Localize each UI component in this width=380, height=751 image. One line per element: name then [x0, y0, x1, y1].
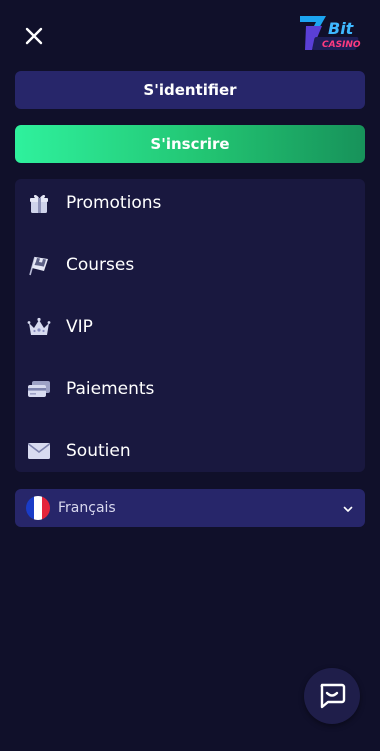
menu-item-label: Promotions [66, 193, 162, 213]
menu-item-vip[interactable]: VIP [15, 303, 365, 351]
menu-item-promotions[interactable]: Promotions [15, 179, 365, 227]
menu-item-label: Soutien [66, 441, 131, 461]
menu-item-label: Courses [66, 255, 135, 275]
register-button[interactable]: S'inscrire [15, 125, 365, 163]
crown-icon [26, 314, 52, 340]
card-icon [26, 376, 52, 402]
fr-flag-icon [26, 496, 50, 520]
chat-icon [317, 679, 347, 713]
menu-item-label: VIP [66, 317, 93, 337]
race-flag-icon [26, 252, 52, 278]
svg-text:Bit: Bit [328, 19, 355, 38]
language-label: Français [58, 500, 116, 516]
menu-panel: Promotions Courses VIP Paiements Soutien [15, 179, 365, 472]
close-icon[interactable] [22, 24, 46, 48]
register-button-label: S'inscrire [150, 135, 230, 153]
language-selector[interactable]: Français [15, 489, 365, 527]
menu-item-label: Paiements [66, 379, 155, 399]
chevron-down-icon [341, 501, 355, 515]
chat-button[interactable] [304, 668, 360, 724]
menu-item-courses[interactable]: Courses [15, 241, 365, 289]
menu-item-paiements[interactable]: Paiements [15, 365, 365, 413]
mail-icon [26, 438, 52, 464]
gift-icon [26, 190, 52, 216]
login-button-label: S'identifier [143, 81, 237, 99]
menu-item-soutien[interactable]: Soutien [15, 427, 365, 475]
svg-text:CASINO: CASINO [322, 40, 361, 50]
logo[interactable]: Bit CASINO [296, 12, 368, 56]
login-button[interactable]: S'identifier [15, 71, 365, 109]
